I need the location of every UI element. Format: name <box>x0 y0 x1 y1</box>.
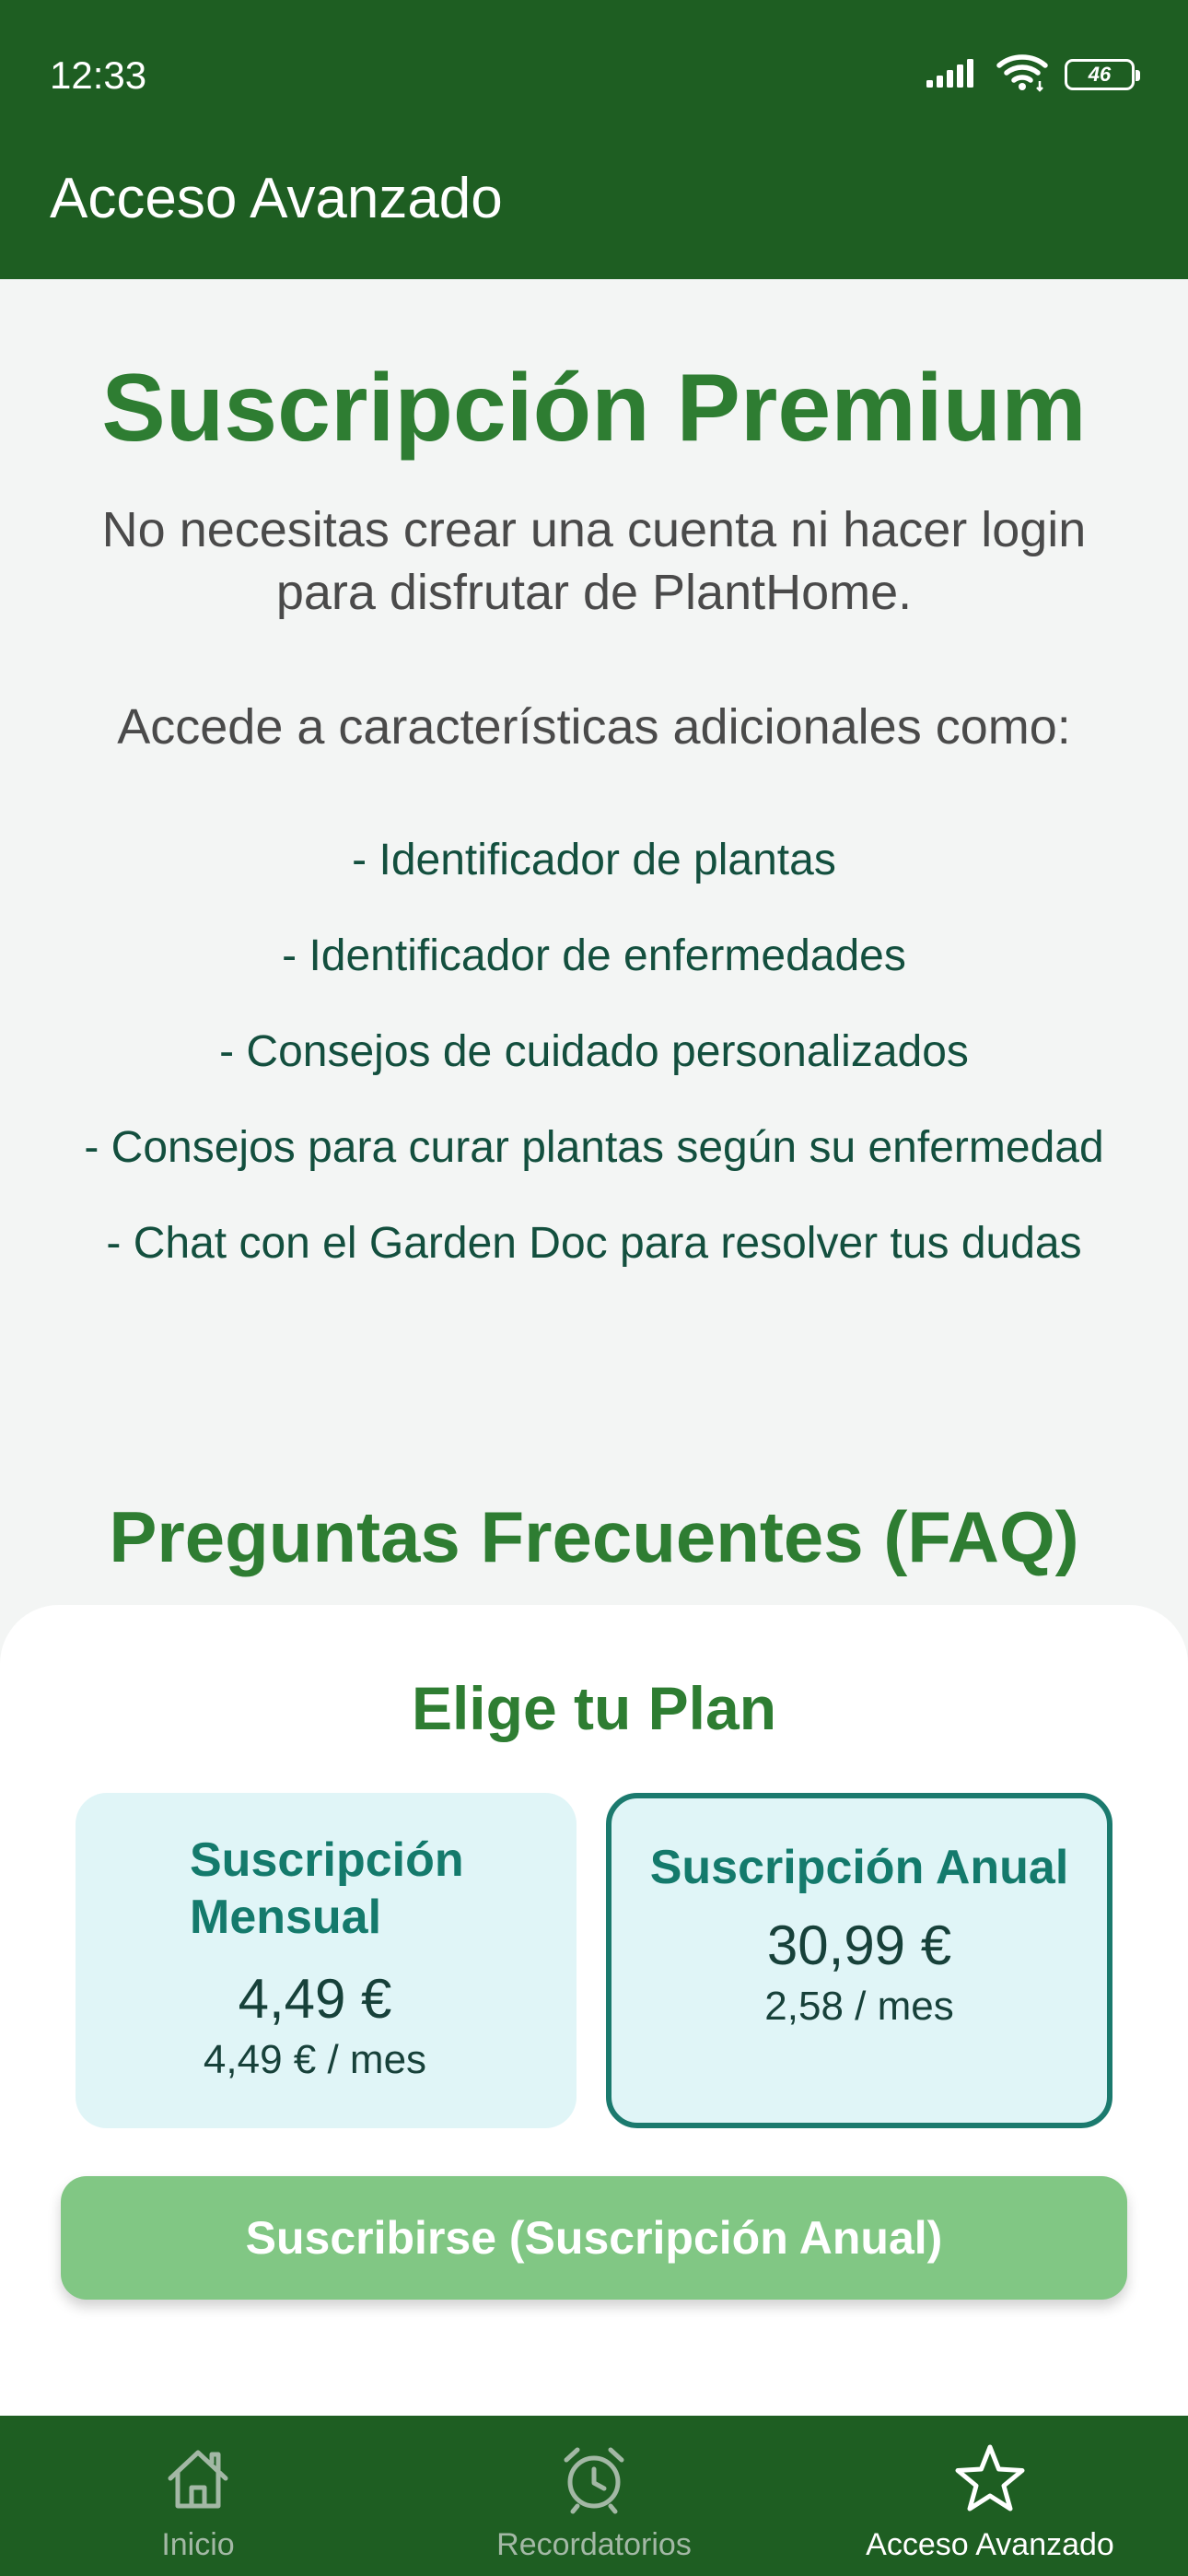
nav-label: Recordatorios <box>496 2527 692 2562</box>
status-bar: 12:33 46 <box>0 0 1188 152</box>
alarm-clock-icon <box>564 2447 624 2514</box>
signal-icon <box>926 58 980 92</box>
access-text: Accede a características adicionales com… <box>117 699 1071 755</box>
bottom-nav: Inicio Recordatorios Acceso Avanzado <box>0 2416 1188 2576</box>
subscribe-button[interactable]: Suscribirse (Suscripción Anual) <box>61 2176 1127 2300</box>
wifi-icon <box>996 53 1048 97</box>
star-icon <box>955 2444 1025 2512</box>
faq-title[interactable]: Preguntas Frecuentes (FAQ) <box>0 1495 1188 1578</box>
feature-item: - Consejos para curar plantas según su e… <box>84 1123 1104 1172</box>
feature-item: - Chat con el Garden Doc para resolver t… <box>106 1219 1082 1268</box>
plan-name: Suscripción Mensual <box>190 1833 464 1944</box>
plan-name: Suscripción Anual <box>649 1841 1069 1894</box>
plan-price: 30,99 € <box>766 1914 952 1976</box>
nav-item-recordatorios[interactable]: Recordatorios <box>396 2416 792 2576</box>
nav-item-inicio[interactable]: Inicio <box>0 2416 396 2576</box>
nav-label: Acceso Avanzado <box>866 2527 1114 2562</box>
plan-sheet-title: Elige tu Plan <box>411 1674 777 1742</box>
battery-level: 46 <box>1088 63 1112 86</box>
battery-icon: 46 <box>1065 59 1140 90</box>
feature-item: - Identificador de plantas <box>352 836 836 884</box>
nav-item-acceso-avanzado[interactable]: Acceso Avanzado <box>792 2416 1188 2576</box>
intro-text: No necesitas crear una cuenta ni hacer l… <box>101 502 1087 620</box>
feature-list: - Identificador de plantas - Identificad… <box>55 832 1133 1311</box>
app-bar: Acceso Avanzado <box>0 152 1188 279</box>
nav-label: Inicio <box>161 2527 235 2562</box>
home-icon <box>168 2450 228 2509</box>
plan-card-monthly[interactable]: Suscripción Mensual 4,49 € 4,49 € / mes <box>76 1793 577 2128</box>
page-title: Suscripción Premium <box>101 355 1087 462</box>
feature-item: - Identificador de enfermedades <box>282 931 906 980</box>
status-time: 12:33 <box>50 53 147 97</box>
app-bar-title: Acceso Avanzado <box>50 167 503 230</box>
status-icons: 46 <box>926 52 1140 98</box>
plan-card-annual[interactable]: Suscripción Anual 30,99 € 2,58 / mes <box>606 1793 1112 2128</box>
plan-sheet: Elige tu Plan Suscripción Mensual 4,49 €… <box>0 1605 1188 2416</box>
plan-per-month: 4,49 € / mes <box>203 2037 427 2082</box>
plan-per-month: 2,58 / mes <box>764 1984 954 2029</box>
feature-item: - Consejos de cuidado personalizados <box>219 1027 969 1076</box>
plan-price: 4,49 € <box>238 1968 392 2030</box>
